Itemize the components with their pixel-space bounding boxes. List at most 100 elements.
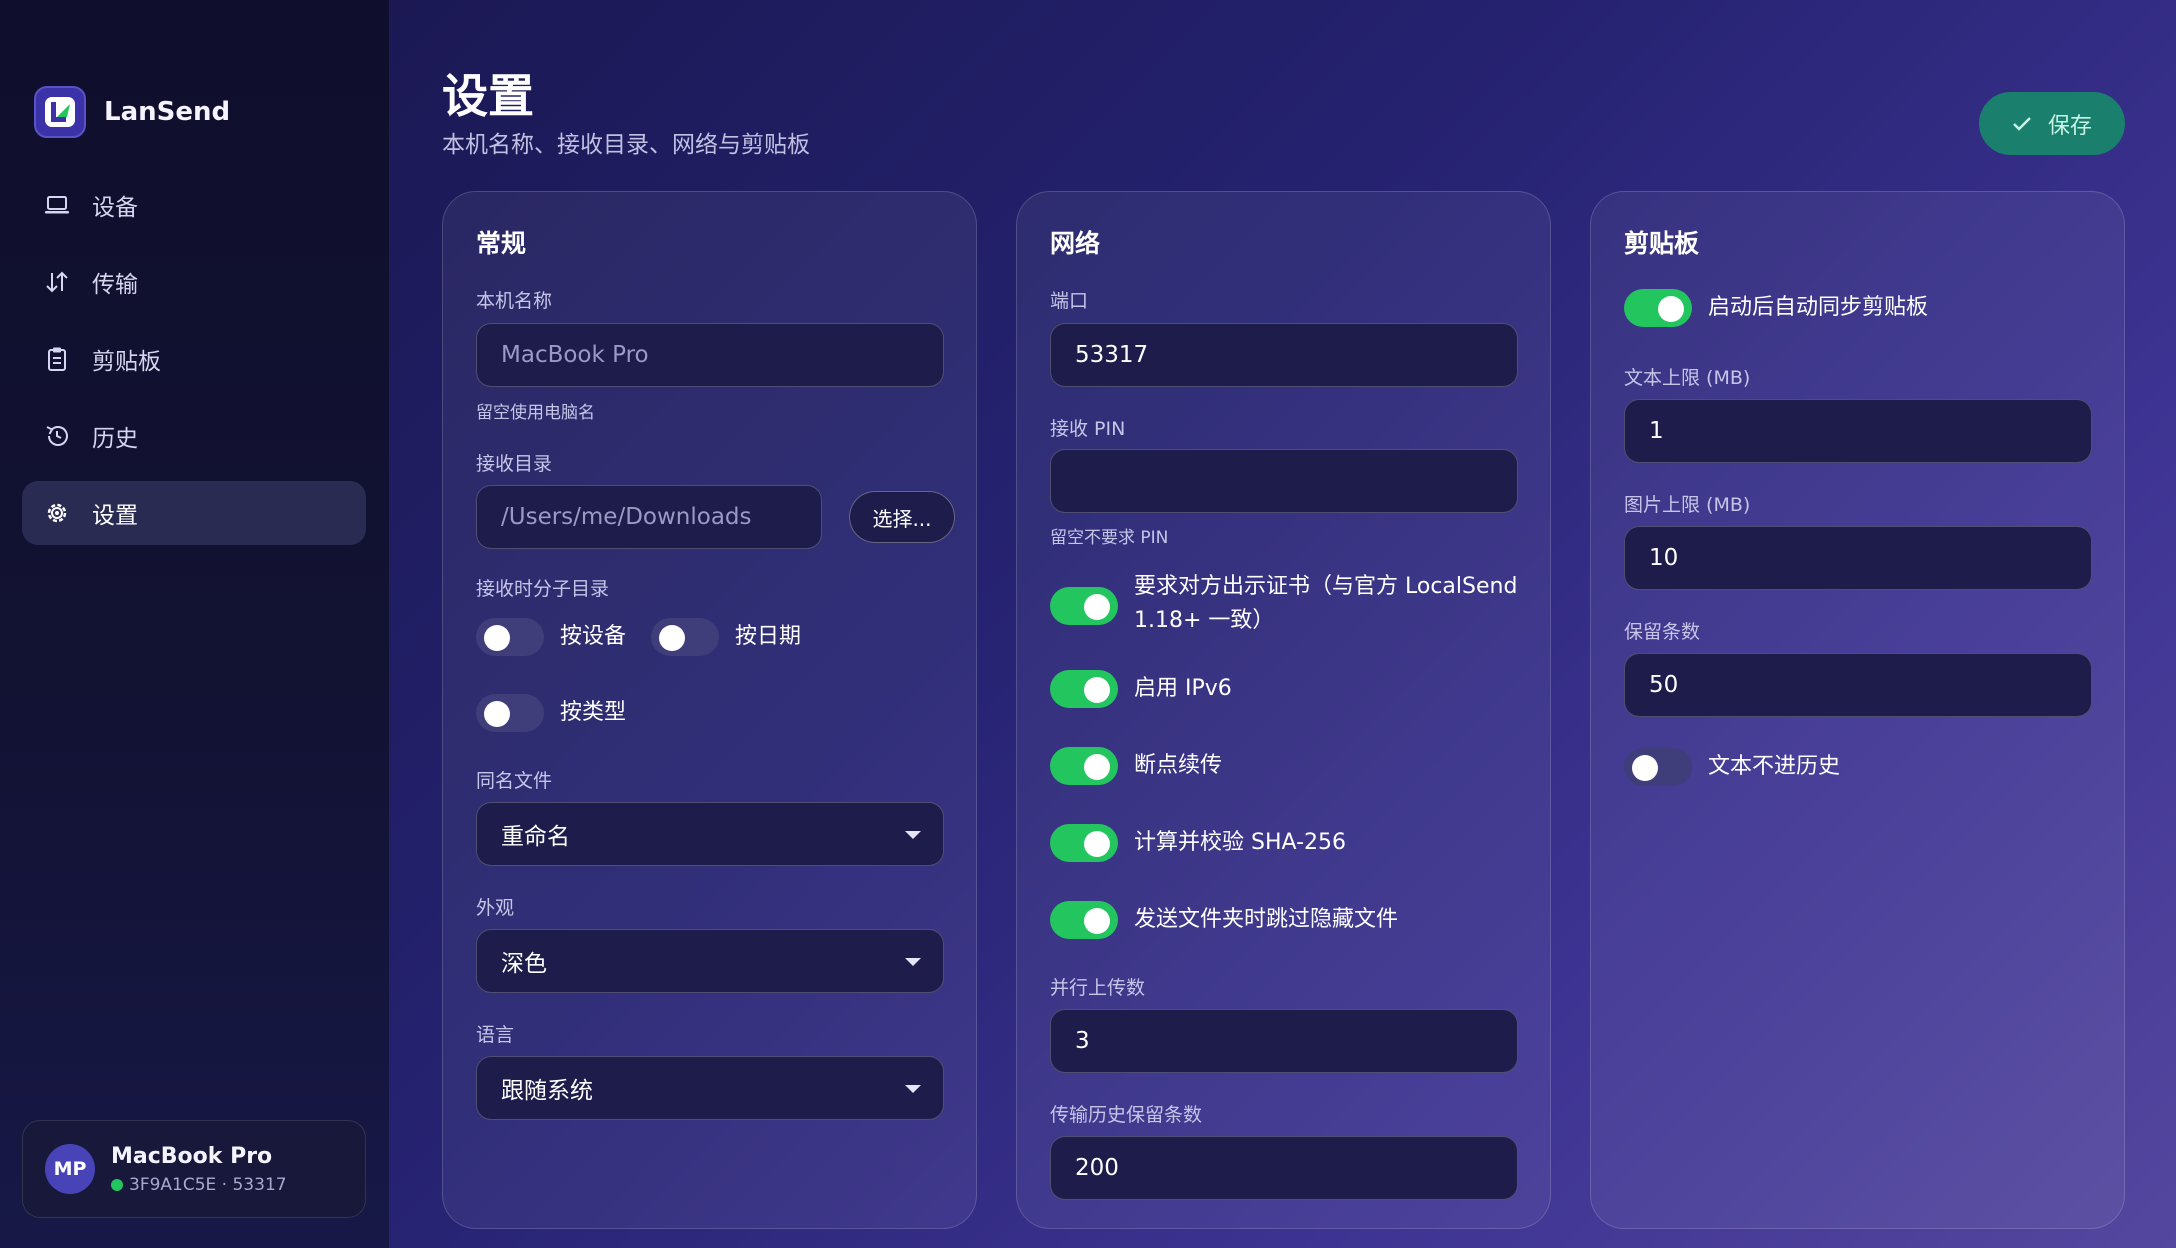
save-button[interactable]: 保存 <box>1979 92 2125 155</box>
save-button-label: 保存 <box>2047 112 2092 138</box>
skip-hidden-label: 发送文件夹时跳过隐藏文件 <box>1134 907 1399 932</box>
sidebar-item-history[interactable]: 历史 <box>22 404 366 468</box>
device-id-port: 3F9A1C5E · 53317 <box>111 1175 287 1195</box>
chevron-down-icon <box>905 958 921 966</box>
ipv6-label: 启用 IPv6 <box>1134 676 1232 701</box>
toggle-auto-sync[interactable] <box>1624 289 1692 327</box>
network-settings-card: 网络 端口 53317 接收 PIN 留空不要求 PIN 要求对方出示证书（与官… <box>1016 191 1551 1229</box>
same-name-value: 重命名 <box>501 824 570 850</box>
page-title: 设置 <box>442 69 534 123</box>
receive-dir-input[interactable]: /Users/me/Downloads <box>476 485 822 549</box>
by-date-label: 按日期 <box>735 624 802 649</box>
history-keep-input[interactable]: 200 <box>1050 1136 1518 1200</box>
history-keep-label: 传输历史保留条数 <box>1050 1104 1203 1126</box>
toggle-ipv6[interactable] <box>1050 670 1118 708</box>
clipboard-settings-card: 剪贴板 启动后自动同步剪贴板 文本上限 (MB) 1 图片上限 (MB) 10 … <box>1590 191 2125 1229</box>
sha256-label: 计算并校验 SHA-256 <box>1134 830 1346 855</box>
language-select[interactable]: 跟随系统 <box>476 1056 944 1120</box>
chevron-down-icon <box>905 1085 921 1093</box>
language-value: 跟随系统 <box>501 1078 593 1104</box>
require-cert-label-line2: 1.18+ 一致） <box>1134 608 1275 633</box>
appearance-select[interactable]: 深色 <box>476 929 944 993</box>
sidebar-item-label: 历史 <box>92 426 138 452</box>
history-keep-value: 200 <box>1075 1155 1119 1181</box>
auto-sync-label: 启动后自动同步剪贴板 <box>1708 295 1929 320</box>
appearance-label: 外观 <box>476 897 515 919</box>
parallel-value: 3 <box>1075 1028 1090 1054</box>
transfer-arrows-icon <box>42 267 72 297</box>
choose-dir-button[interactable]: 选择... <box>849 491 955 543</box>
general-settings-card: 常规 本机名称 MacBook Pro 留空使用电脑名 接收目录 /Users/… <box>442 191 977 1229</box>
page-subtitle: 本机名称、接收目录、网络与剪贴板 <box>442 132 810 158</box>
sidebar-item-label: 剪贴板 <box>92 349 161 375</box>
keep-count-label: 保留条数 <box>1624 621 1701 643</box>
toggle-sha256[interactable] <box>1050 824 1118 862</box>
online-status-icon <box>111 1178 123 1191</box>
subdir-label: 接收时分子目录 <box>476 578 610 600</box>
require-cert-label: 要求对方出示证书（与官方 LocalSend 1.18+ 一致） <box>1134 570 1529 638</box>
app-logo-icon <box>34 86 86 138</box>
sidebar: LanSend 设备 传输 剪贴板 历史 设置 MP MacBook Pro 3… <box>0 0 390 1248</box>
network-card-title: 网络 <box>1050 229 1101 258</box>
image-limit-value: 10 <box>1649 545 1679 571</box>
port-label: 端口 <box>1050 290 1089 312</box>
text-limit-label: 文本上限 (MB) <box>1624 367 1751 389</box>
by-type-label: 按类型 <box>560 700 627 725</box>
sidebar-item-label: 传输 <box>92 272 138 298</box>
toggle-text-no-history[interactable] <box>1624 748 1692 786</box>
device-name-label: 本机名称 <box>476 290 553 312</box>
image-limit-label: 图片上限 (MB) <box>1624 494 1751 516</box>
toggle-by-type[interactable] <box>476 694 544 732</box>
same-name-select[interactable]: 重命名 <box>476 802 944 866</box>
pin-label: 接收 PIN <box>1050 418 1126 440</box>
port-input[interactable]: 53317 <box>1050 323 1518 387</box>
appearance-value: 深色 <box>501 951 547 977</box>
toggle-by-date[interactable] <box>651 618 719 656</box>
text-limit-input[interactable]: 1 <box>1624 399 2092 463</box>
require-cert-label-line1: 要求对方出示证书（与官方 LocalSend <box>1134 574 1518 599</box>
receive-dir-placeholder: /Users/me/Downloads <box>501 504 752 530</box>
device-name-placeholder: MacBook Pro <box>501 342 649 368</box>
toggle-resume[interactable] <box>1050 747 1118 785</box>
port-value: 53317 <box>1075 342 1149 368</box>
device-name: MacBook Pro <box>111 1143 273 1169</box>
local-device-card[interactable]: MP MacBook Pro 3F9A1C5E · 53317 <box>22 1120 366 1218</box>
pin-input[interactable] <box>1050 449 1518 513</box>
sidebar-item-label: 设置 <box>92 503 138 529</box>
parallel-input[interactable]: 3 <box>1050 1009 1518 1073</box>
history-icon <box>42 421 72 451</box>
pin-hint: 留空不要求 PIN <box>1050 528 1169 548</box>
brand[interactable]: LanSend <box>34 86 230 138</box>
text-no-history-label: 文本不进历史 <box>1708 754 1841 779</box>
sidebar-item-settings[interactable]: 设置 <box>22 481 366 545</box>
keep-count-input[interactable]: 50 <box>1624 653 2092 717</box>
avatar: MP <box>45 1144 95 1194</box>
check-icon <box>2013 116 2031 131</box>
device-info: MacBook Pro 3F9A1C5E · 53317 <box>111 1144 287 1195</box>
sidebar-item-transfer[interactable]: 传输 <box>22 250 366 314</box>
toggle-by-device[interactable] <box>476 618 544 656</box>
device-name-hint: 留空使用电脑名 <box>476 403 595 423</box>
sidebar-item-clipboard[interactable]: 剪贴板 <box>22 327 366 391</box>
image-limit-input[interactable]: 10 <box>1624 526 2092 590</box>
toggle-skip-hidden[interactable] <box>1050 901 1118 939</box>
toggle-require-cert[interactable] <box>1050 587 1118 625</box>
gear-icon <box>42 498 72 528</box>
app-name: LanSend <box>104 97 231 127</box>
language-label: 语言 <box>476 1024 515 1046</box>
sidebar-item-label: 设备 <box>92 195 138 221</box>
parallel-label: 并行上传数 <box>1050 977 1146 999</box>
sidebar-nav: 设备 传输 剪贴板 历史 设置 <box>22 173 366 558</box>
device-id-port-text: 3F9A1C5E · 53317 <box>129 1174 287 1195</box>
resume-label: 断点续传 <box>1134 753 1223 778</box>
receive-dir-label: 接收目录 <box>476 453 553 475</box>
laptop-icon <box>42 190 72 220</box>
by-device-label: 按设备 <box>560 624 627 649</box>
same-name-label: 同名文件 <box>476 770 553 792</box>
device-name-input[interactable]: MacBook Pro <box>476 323 944 387</box>
clipboard-icon <box>42 344 72 374</box>
sidebar-item-devices[interactable]: 设备 <box>22 173 366 237</box>
clipboard-card-title: 剪贴板 <box>1624 229 1700 258</box>
keep-count-value: 50 <box>1649 672 1679 698</box>
text-limit-value: 1 <box>1649 418 1664 444</box>
